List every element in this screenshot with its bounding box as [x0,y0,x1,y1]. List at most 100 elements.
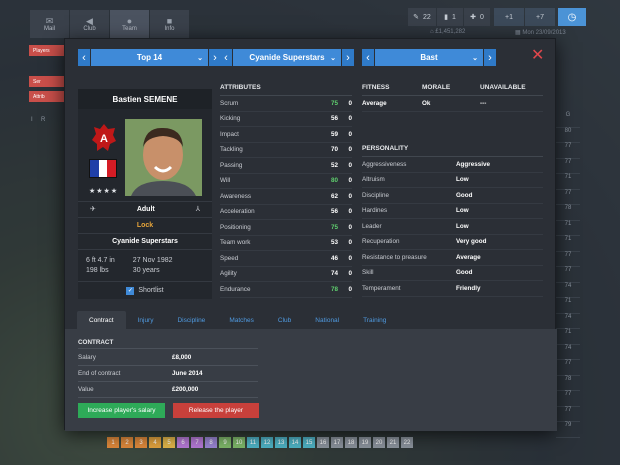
page-button[interactable]: 2 [121,437,133,448]
page-button[interactable]: 3 [135,437,147,448]
background-ratings-column: G 80 77 77 71 77 78 71 71 77 77 74 71 74… [556,112,580,438]
player-birthdate: 27 Nov 1982 [132,256,173,264]
tab-national[interactable]: National [303,311,351,329]
side-tab-2[interactable]: Ser [29,76,69,87]
tab-discipline[interactable]: Discipline [165,311,217,329]
shortlist-checkbox[interactable]: ✓ [126,286,135,295]
attribute-value: 80 [330,177,338,185]
nav-mail[interactable]: ✉ Mail [30,10,69,38]
tab-matches[interactable]: Matches [217,311,266,329]
nav-club[interactable]: ◀ Club [70,10,109,38]
group-prev-button[interactable]: ‹ [362,49,374,66]
attribute-row: Acceleration 56 0 [220,205,352,220]
players-tab[interactable]: Players [29,45,69,56]
chevron-left-icon: ‹ [366,51,370,64]
stat-plus-one[interactable]: +1 [494,8,524,26]
page-button[interactable]: 14 [289,437,301,448]
page-button[interactable]: 12 [261,437,273,448]
chevron-down-icon: ⌄ [330,54,336,62]
tab-training[interactable]: Training [351,311,398,329]
page-button[interactable]: 21 [387,437,399,448]
attribute-value: 78 [330,285,338,293]
end-of-contract-label: End of contract [78,369,121,377]
megaphone-icon: ◀ [86,16,93,26]
attribute-name: Acceleration [220,208,255,216]
player-photo [125,119,202,196]
rating-cell: 77 [556,360,580,376]
contract-row: End of contract June 2014 [78,366,258,382]
personality-value: Average [456,253,481,261]
fitness-label: FITNESS [362,84,390,91]
page-button[interactable]: 16 [317,437,329,448]
player-club: Cyanide Superstars [78,233,212,248]
attribute-name: Impact [220,130,239,138]
clock-button[interactable]: ◷ [558,8,586,26]
plane-icon: ✈ [90,206,96,213]
attribute-row: Positioning 75 0 [220,220,352,236]
club-prev-button[interactable]: ‹ [220,49,232,66]
physical-info: 6 ft 4.7 in 198 lbs 27 Nov 1982 30 years [78,249,212,281]
fitness-value: Average [362,99,387,107]
attribute-row: Awareness 62 0 [220,189,352,205]
nav-info[interactable]: ■ Info [150,10,189,38]
chevron-right-icon: › [488,51,492,64]
attribute-row: Team work 53 0 [220,236,352,251]
page-button[interactable]: 17 [331,437,343,448]
increase-salary-button[interactable]: Increase player's salary [78,403,165,418]
attribute-name: Scrum [220,99,239,107]
league-dropdown[interactable]: Top 14 ⌄ [91,49,208,66]
attribute-diff: 0 [348,115,352,123]
page-button[interactable]: 20 [373,437,385,448]
attribute-name: Tackling [220,146,243,154]
page-button[interactable]: 1 [107,437,119,448]
rating-cell: 77 [556,190,580,205]
group-dropdown[interactable]: Bast ⌄ [375,49,483,66]
detail-tabs: Contract Injury Discipline Matches Club Natio… [77,311,398,329]
club-dropdown[interactable]: Cyanide Superstars ⌄ [233,49,341,66]
attribute-row: Kicking 56 0 [220,112,352,127]
value-value: £200,000 [172,385,199,393]
page-button[interactable]: 8 [205,437,217,448]
club-next-button[interactable]: › [342,49,354,66]
page-button[interactable]: 13 [275,437,287,448]
rating-cell: 71 [556,298,580,314]
stat-plus-seven[interactable]: +7 [525,8,555,26]
page-button[interactable]: 11 [247,437,259,448]
attribute-diff: 0 [348,239,352,247]
club-selector: ‹ Cyanide Superstars ⌄ › [220,49,354,66]
tab-injury[interactable]: Injury [126,311,166,329]
close-button[interactable]: ✕ [531,48,544,64]
page-button[interactable]: 15 [303,437,315,448]
page-button[interactable]: 18 [345,437,357,448]
page-button[interactable]: 22 [401,437,413,448]
stat-cards[interactable]: ▮ 1 [437,8,463,26]
attributes-table: ATTRIBUTES Scrum 75 0 Kicking 56 0 Impact 59 0 Ta… [220,84,352,298]
personality-trait: Discipline [362,191,389,199]
end-of-contract-value: June 2014 [172,369,203,377]
stat-edits[interactable]: ✎ 22 [408,8,436,26]
stat-injuries[interactable]: ✚ 0 [464,8,490,26]
attribute-value: 70 [330,146,338,154]
page-button[interactable]: 5 [163,437,175,448]
personality-row: Skill Good [362,266,543,281]
league-prev-button[interactable]: ‹ [78,49,90,66]
tab-club[interactable]: Club [266,311,303,329]
nav-team[interactable]: ● Team [110,10,149,38]
page-button[interactable]: 19 [359,437,371,448]
attribute-value: 75 [330,99,338,107]
rating-stars: ★★★★ [89,188,119,195]
side-tab-3[interactable]: Attrib [29,91,69,102]
page-button[interactable]: 7 [191,437,203,448]
rating-cell: 79 [556,422,580,438]
side-col-label-a: I [31,117,33,123]
group-next-button[interactable]: › [484,49,496,66]
page-button[interactable]: 10 [233,437,245,448]
page-button[interactable]: 6 [177,437,189,448]
tab-contract[interactable]: Contract [77,311,126,329]
page-button[interactable]: 9 [219,437,231,448]
page-button[interactable]: 4 [149,437,161,448]
attributes-header: ATTRIBUTES [220,84,352,96]
personality-trait: Hardines [362,207,388,215]
contract-row: Value £200,000 [78,382,258,398]
release-player-button[interactable]: Release the player [173,403,259,418]
